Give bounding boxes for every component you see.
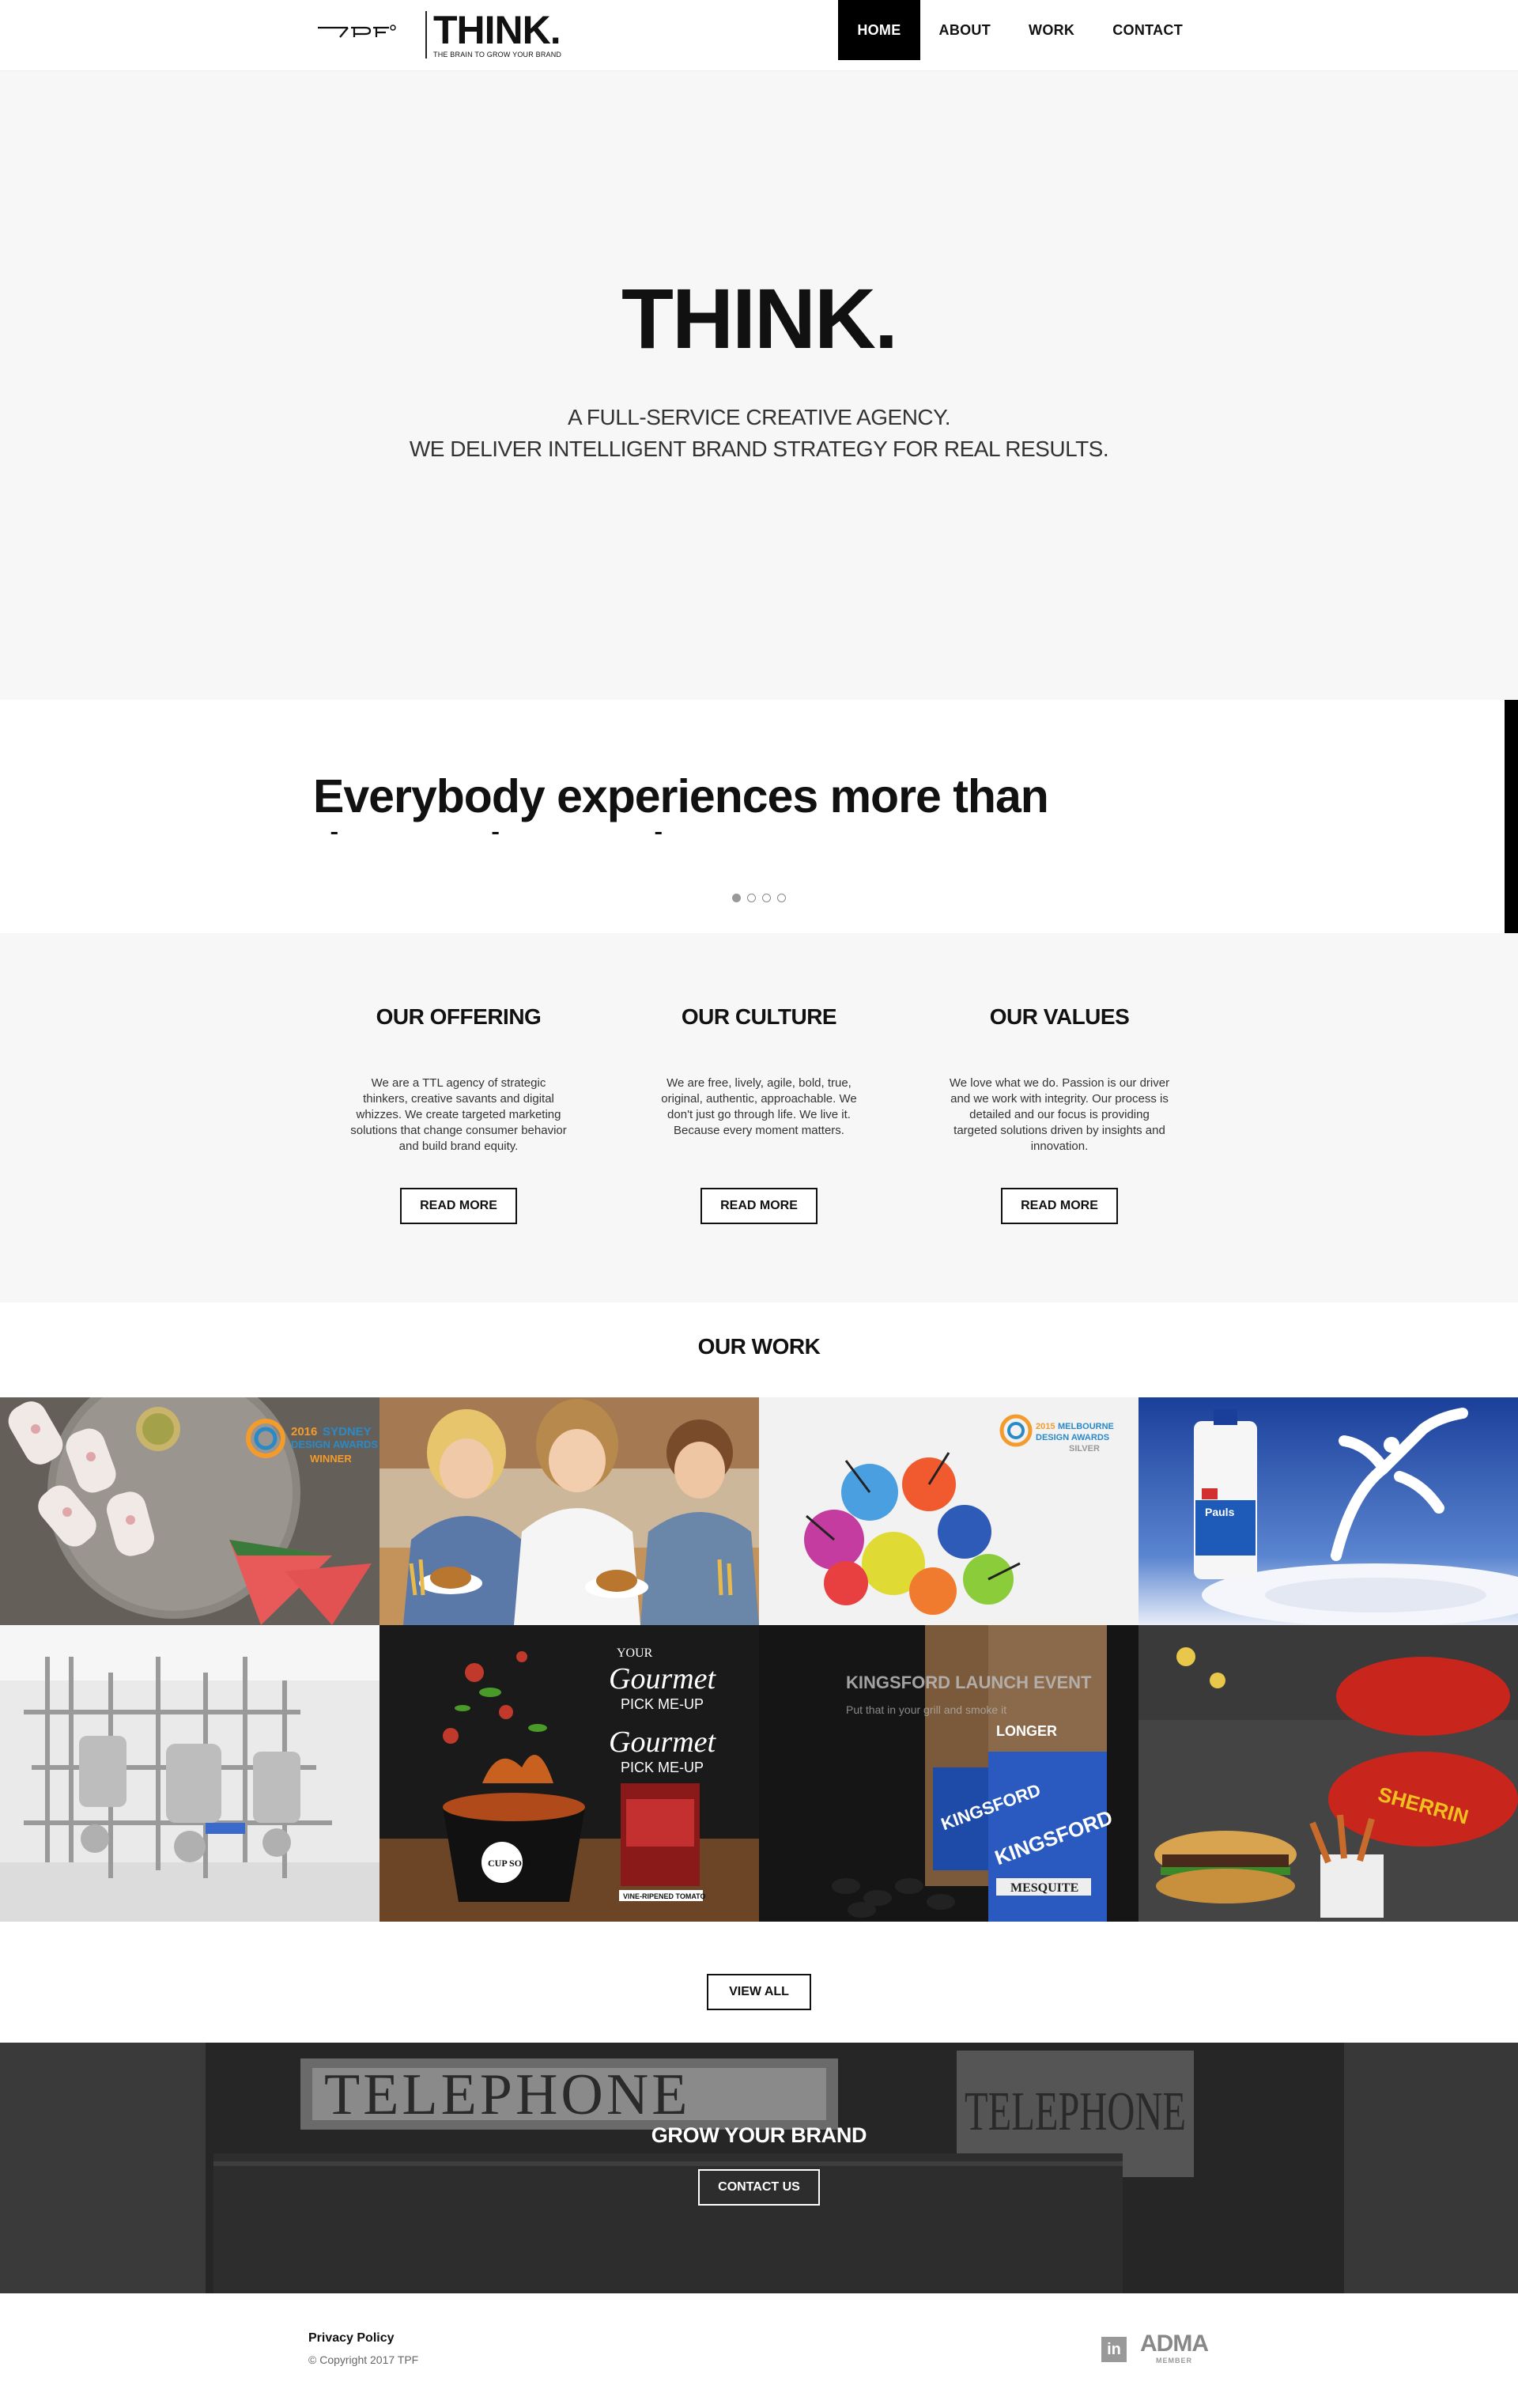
offering-body: We are a TTL agency of strategic thinker… [350, 1076, 567, 1153]
page: THINK. THE BRAIN TO GROW YOUR BRAND HOME… [0, 0, 1518, 2408]
milk-brand: Pauls [1205, 1506, 1235, 1518]
burger-football-image: SHERRIN [1138, 1625, 1518, 1922]
culture-body: We are free, lively, agile, bold, true, … [661, 1076, 857, 1137]
work-tile-kids[interactable] [380, 1397, 759, 1625]
work-tile-milk[interactable]: Pauls [1138, 1397, 1518, 1625]
logo-wordmark: THINK. THE BRAIN TO GROW YOUR BRAND [433, 10, 561, 59]
work-tile-sherrin[interactable]: SHERRIN [1138, 1625, 1518, 1922]
bottles-image: 2015 MELBOURNE DESIGN AWARDS SILVER [759, 1397, 1138, 1625]
values-column: OUR VALUES We love what we do. Passion i… [945, 1004, 1174, 1224]
slider-dot-3[interactable] [762, 894, 771, 902]
culture-read-more-button[interactable]: READ MORE [700, 1188, 818, 1224]
milk-splash-image: Pauls [1138, 1397, 1518, 1625]
offering-title: OUR OFFERING [376, 1004, 542, 1029]
kingsford-overlay-subtitle: Put that in your grill and smoke it [846, 1703, 1006, 1716]
work-title: OUR WORK [697, 1334, 821, 1359]
soup-your: YOUR [617, 1646, 653, 1660]
logo-tagline: THE BRAIN TO GROW YOUR BRAND [433, 51, 562, 59]
cta-bg-word-1: TELEPHONE [324, 2062, 691, 2127]
values-read-more-button[interactable]: READ MORE [1001, 1188, 1118, 1224]
kids-eating-image [380, 1397, 759, 1625]
site-header: THINK. THE BRAIN TO GROW YOUR BRAND HOME… [0, 0, 1518, 71]
linkedin-icon[interactable]: in [1101, 2337, 1127, 2362]
cup-soup-brand: CUP SOUP [488, 1858, 534, 1869]
nav-home[interactable]: HOME [838, 0, 920, 60]
offering-column: OUR OFFERING We are a TTL agency of stra… [344, 1004, 573, 1224]
award-name: DESIGN AWARDS [1036, 1433, 1109, 1442]
factory-image [0, 1625, 380, 1922]
quote-slider: Everybody experiences more than they und… [0, 700, 1518, 933]
hero-subtitle-line-2: WE DELIVER INTELLIGENT BRAND STRATEGY FO… [409, 437, 1109, 461]
hero-title: THINK. [621, 270, 898, 366]
contact-us-button[interactable]: CONTACT US [698, 2169, 820, 2206]
values-title: OUR VALUES [989, 1004, 1130, 1029]
quote-text: Everybody experiences more than they und… [313, 770, 1049, 834]
award-level: SILVER [1069, 1444, 1100, 1453]
hero-subtitle: A FULL-SERVICE CREATIVE AGENCY. WE DELIV… [0, 402, 1518, 465]
soup-pick-me-up-1: PICK ME-UP [621, 1696, 704, 1712]
hero-subtitle-line-1: A FULL-SERVICE CREATIVE AGENCY. [567, 405, 951, 429]
view-all-section: VIEW ALL [0, 1922, 1518, 2043]
award-level: WINNER [310, 1453, 352, 1465]
values-body: We love what we do. Passion is our drive… [949, 1076, 1170, 1153]
kingsford-image: KINGSFORD KINGSFORD LONGER MESQUITE KING… [759, 1625, 1138, 1922]
work-section-header: OUR WORK [0, 1302, 1518, 1397]
soup-gourmet-2: Gourmet [609, 1726, 717, 1759]
offering-read-more-button[interactable]: READ MORE [400, 1188, 517, 1224]
adma-member-text: MEMBER [1156, 2357, 1192, 2365]
offering-section: OUR OFFERING We are a TTL agency of stra… [0, 933, 1518, 1302]
hero-section: THINK. A FULL-SERVICE CREATIVE AGENCY. W… [0, 71, 1518, 700]
soup-variety: VINE-RIPENED TOMATO [623, 1892, 706, 1900]
scrollbar[interactable] [1505, 700, 1518, 933]
award-city: SYDNEY [323, 1425, 372, 1438]
main-nav: HOME ABOUT WORK CONTACT [838, 0, 1202, 60]
award-year: 2015 [1036, 1422, 1055, 1431]
site-footer: Privacy Policy © Copyright 2017 TPF in A… [0, 2293, 1518, 2408]
popsicles-image: 2016 SYDNEY DESIGN AWARDS WINNER [0, 1397, 380, 1625]
kingsford-flavour: MESQUITE [1010, 1881, 1078, 1895]
work-tile-cup-soup[interactable]: CUP SOUP YOUR Gourmet PICK ME-UP Gourmet… [380, 1625, 759, 1922]
copyright-text: © Copyright 2017 TPF [308, 2353, 419, 2366]
logo-divider [425, 11, 427, 59]
nav-work[interactable]: WORK [1010, 0, 1093, 60]
award-name: DESIGN AWARDS [291, 1438, 378, 1450]
culture-column: OUR CULTURE We are free, lively, agile, … [644, 1004, 874, 1224]
slider-dot-4[interactable] [777, 894, 786, 902]
tpf-logo-mark [318, 25, 396, 38]
slider-dots [0, 894, 1518, 902]
adma-member-logo: ADMA MEMBER [1140, 2331, 1209, 2365]
logo-think-text: THINK. [433, 8, 561, 52]
telephone-box-background: TELEPHONE TELEPHONE [0, 2043, 1518, 2293]
privacy-policy-link[interactable]: Privacy Policy [308, 2331, 395, 2346]
cta-section: TELEPHONE TELEPHONE GROW YOUR BRAND CONT… [0, 2043, 1518, 2293]
soup-pick-me-up-2: PICK ME-UP [621, 1760, 704, 1775]
kingsford-overlay-title: KINGSFORD LAUNCH EVENT [846, 1673, 1092, 1692]
culture-title: OUR CULTURE [681, 1004, 837, 1029]
award-city: MELBOURNE [1058, 1422, 1114, 1431]
work-tile-kingsford[interactable]: KINGSFORD KINGSFORD LONGER MESQUITE KING… [759, 1625, 1138, 1922]
work-grid: 2016 SYDNEY DESIGN AWARDS WINNER 2015 ME… [0, 1397, 1518, 1922]
slider-dot-2[interactable] [747, 894, 756, 902]
work-tile-bottles[interactable]: 2015 MELBOURNE DESIGN AWARDS SILVER [759, 1397, 1138, 1625]
kingsford-bag-label: LONGER [996, 1723, 1057, 1739]
award-year: 2016 [291, 1425, 317, 1438]
soup-gourmet-1: Gourmet [609, 1662, 717, 1695]
slider-dot-1[interactable] [732, 894, 741, 902]
view-all-button[interactable]: VIEW ALL [707, 1974, 811, 2010]
cta-title: GROW YOUR BRAND [651, 2123, 867, 2147]
cup-soup-image: CUP SOUP YOUR Gourmet PICK ME-UP Gourmet… [380, 1625, 759, 1922]
nav-contact[interactable]: CONTACT [1093, 0, 1202, 60]
work-tile-popsicles[interactable]: 2016 SYDNEY DESIGN AWARDS WINNER [0, 1397, 380, 1625]
work-tile-factory[interactable] [0, 1625, 380, 1922]
adma-logo-text: ADMA [1140, 2331, 1209, 2357]
nav-about[interactable]: ABOUT [920, 0, 1010, 60]
tpf-logo[interactable]: THINK. THE BRAIN TO GROW YOUR BRAND [316, 8, 561, 62]
